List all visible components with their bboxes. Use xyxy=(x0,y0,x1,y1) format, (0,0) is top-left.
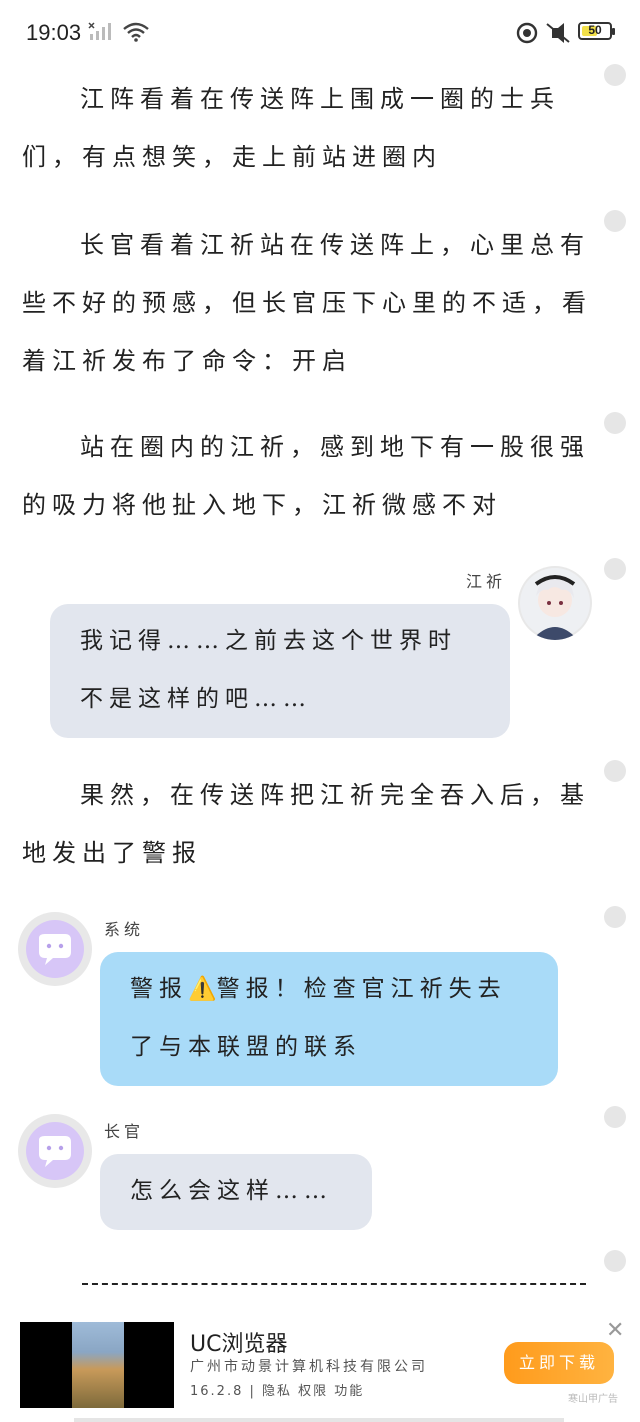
dialog-text: 警报 xyxy=(130,976,188,1002)
download-button[interactable]: 立即下载 xyxy=(504,1342,614,1384)
dialog-bubble: 警报⚠️警报！检查官江祈失去 了与本联盟的联系 xyxy=(100,952,558,1086)
comment-dot-icon[interactable] xyxy=(604,412,626,434)
dialog-line: 不是这样的吧…… xyxy=(80,686,312,712)
story-paragraph-4: 果然，在传送阵把江祈完全吞入后，基 地发出了警报 xyxy=(22,766,596,882)
chat-bubble-icon xyxy=(39,934,71,965)
story-paragraph-2: 长官看着江祈站在传送阵上，心里总有 些不好的预感，但长官压下心里的不适，看 着江… xyxy=(22,216,596,390)
ad-app-name[interactable]: UC浏览器 xyxy=(190,1326,287,1358)
section-divider xyxy=(82,1283,586,1285)
paragraph-line: 果然，在传送阵把江祈完全吞入后，基 xyxy=(80,781,590,809)
ad-banner[interactable]: UC浏览器 广州市动景计算机科技有限公司 16.2.8 | 隐私 权限 功能 立… xyxy=(0,1310,640,1422)
paragraph-line: 长官看着江祈站在传送阵上，心里总有 xyxy=(80,231,590,259)
dialog-bubble: 怎么会这样…… xyxy=(100,1154,372,1230)
comment-dot-icon[interactable] xyxy=(604,64,626,86)
character-avatar-icon xyxy=(520,568,590,640)
story-paragraph-1: 江阵看着在传送阵上围成一圈的士兵 们，有点想笑，走上前站进圈内 xyxy=(22,70,596,186)
dialog-line: 我记得……之前去这个世界时 xyxy=(80,628,457,654)
close-icon[interactable]: ✕ xyxy=(606,1318,624,1343)
paragraph-line: 地发出了警报 xyxy=(22,839,202,867)
warning-icon: ⚠️ xyxy=(188,976,217,1002)
speaker-name: 长官 xyxy=(104,1122,145,1141)
ad-company: 广州市动景计算机科技有限公司 xyxy=(190,1359,428,1375)
comment-dot-icon[interactable] xyxy=(604,760,626,782)
circle-icon xyxy=(516,22,538,44)
dialog-bubble: 我记得……之前去这个世界时 不是这样的吧…… xyxy=(50,604,510,738)
ad-bottom-line xyxy=(74,1418,564,1422)
dialog-line: 了与本联盟的联系 xyxy=(130,1034,362,1060)
story-paragraph-3: 站在圈内的江祈，感到地下有一股很强 的吸力将他扯入地下，江祈微感不对 xyxy=(22,418,596,534)
battery-level: 50 xyxy=(588,23,602,37)
comment-dot-icon[interactable] xyxy=(604,210,626,232)
status-time: 19:03 xyxy=(26,20,82,45)
mute-icon xyxy=(546,23,570,43)
ad-thumbnail[interactable] xyxy=(20,1322,174,1408)
avatar[interactable] xyxy=(18,912,92,986)
comment-dot-icon[interactable] xyxy=(604,1250,626,1272)
avatar[interactable] xyxy=(518,566,592,640)
comment-dot-icon[interactable] xyxy=(604,558,626,580)
paragraph-line: 江阵看着在传送阵上围成一圈的士兵 xyxy=(80,85,560,113)
comment-dot-icon[interactable] xyxy=(604,906,626,928)
signal-icon xyxy=(88,22,111,40)
paragraph-line: 们，有点想笑，走上前站进圈内 xyxy=(22,143,442,171)
battery-icon: 50 xyxy=(578,22,615,40)
wifi-icon xyxy=(123,22,149,42)
paragraph-line: 着江祈发布了命令：开启 xyxy=(22,347,352,375)
avatar[interactable] xyxy=(18,1114,92,1188)
status-bar: 19:03 50 xyxy=(0,0,640,64)
comment-dot-icon[interactable] xyxy=(604,1106,626,1128)
dialog-line: 警报⚠️警报！检查官江祈失去 xyxy=(130,960,558,1018)
chat-bubble-icon xyxy=(39,1136,71,1167)
speaker-name: 江祈 xyxy=(466,572,507,591)
paragraph-line: 些不好的预感，但长官压下心里的不适，看 xyxy=(22,289,592,317)
speaker-name: 系统 xyxy=(104,920,145,939)
dialog-text: 警报！检查官江祈失去 xyxy=(216,976,507,1002)
paragraph-line: 的吸力将他扯入地下，江祈微感不对 xyxy=(22,491,502,519)
paragraph-line: 站在圈内的江祈，感到地下有一股很强 xyxy=(80,433,590,461)
dialog-line: 怎么会这样…… xyxy=(130,1178,333,1204)
ad-source: 寒山甲广告 xyxy=(568,1394,618,1405)
ad-meta[interactable]: 16.2.8 | 隐私 权限 功能 xyxy=(190,1380,364,1399)
